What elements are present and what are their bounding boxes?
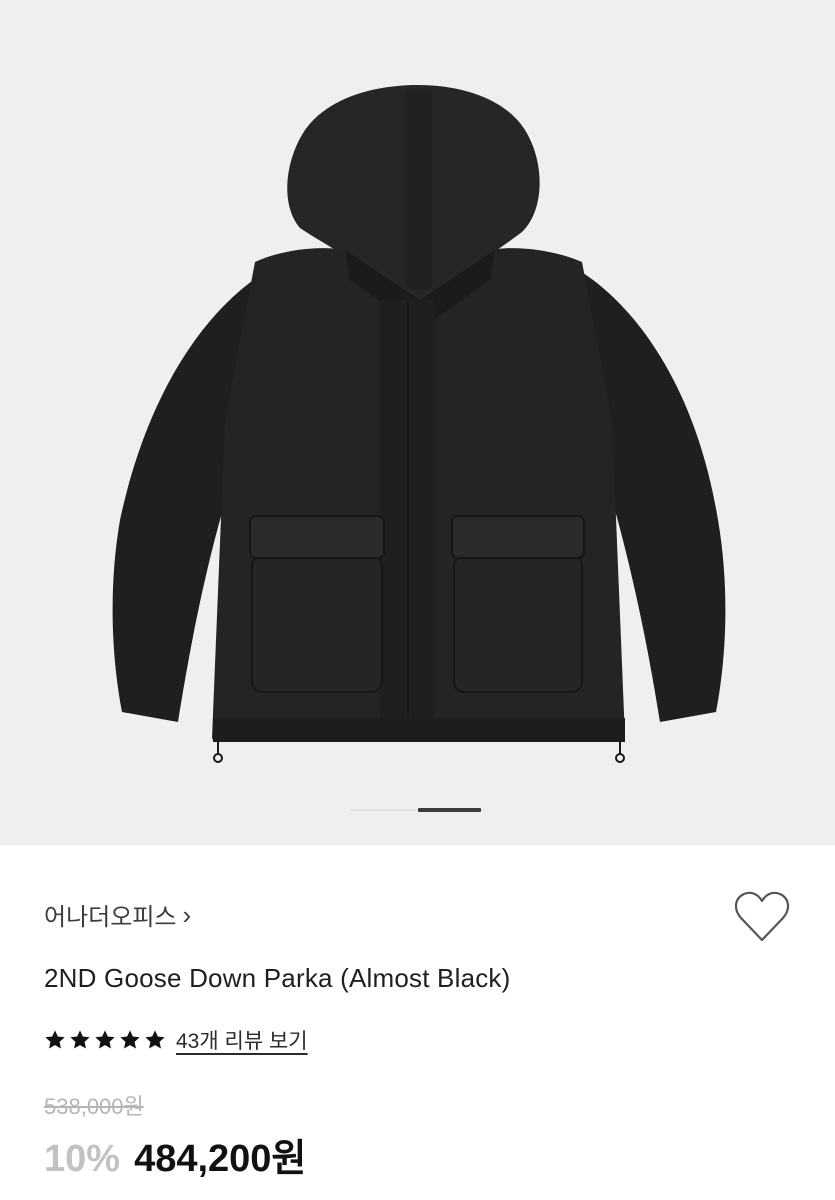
brand-link[interactable]: 어나더오피스 › bbox=[44, 897, 191, 932]
product-title: 2ND Goose Down Parka (Almost Black) bbox=[44, 963, 511, 993]
product-info: 어나더오피스 › 2ND Goose Down Parka (Almost Bl… bbox=[0, 845, 835, 1200]
product-photo-jacket bbox=[112, 85, 726, 763]
star-icon bbox=[45, 1030, 65, 1049]
star-icon bbox=[120, 1030, 140, 1049]
indicator-active bbox=[418, 808, 481, 812]
star-icon bbox=[145, 1030, 165, 1049]
chevron-right-icon: › bbox=[182, 899, 192, 930]
discount-rate: 10% bbox=[44, 1138, 121, 1180]
star-icon bbox=[70, 1030, 90, 1049]
star-rating bbox=[44, 1029, 166, 1051]
review-link[interactable]: 43개 리뷰 보기 bbox=[176, 1025, 308, 1055]
wishlist-button[interactable] bbox=[733, 890, 791, 944]
final-price: 484,200원 bbox=[134, 1138, 307, 1180]
rating-row: 43개 리뷰 보기 bbox=[44, 1025, 308, 1055]
price-row: 10% 484,200원 bbox=[44, 1127, 306, 1182]
brand-name: 어나더오피스 bbox=[44, 904, 177, 931]
star-icon bbox=[95, 1030, 115, 1049]
product-image-gallery[interactable] bbox=[0, 0, 835, 845]
original-price: 538,000원 bbox=[44, 1094, 144, 1119]
gallery-page-indicator bbox=[350, 807, 485, 813]
heart-outline-icon bbox=[734, 891, 790, 942]
